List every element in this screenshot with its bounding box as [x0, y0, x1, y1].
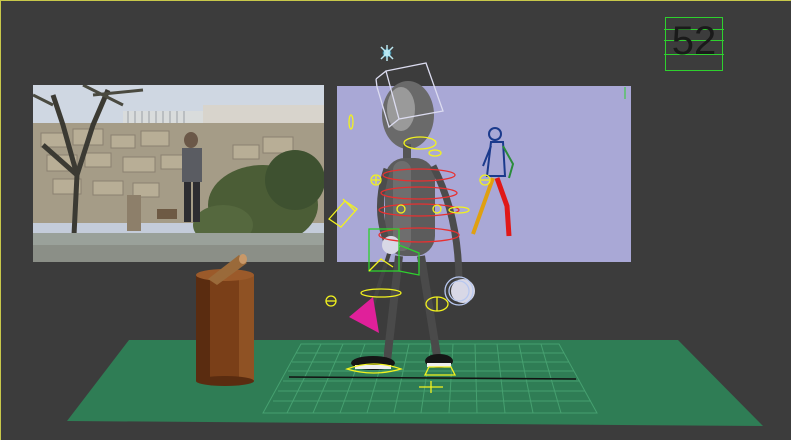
3d-viewport[interactable]: 52: [0, 0, 791, 440]
tree-stump[interactable]: [196, 254, 254, 386]
light-gizmo-icon[interactable]: [380, 45, 394, 61]
axe-prop[interactable]: [349, 240, 395, 333]
frame-counter: 52: [671, 19, 717, 63]
